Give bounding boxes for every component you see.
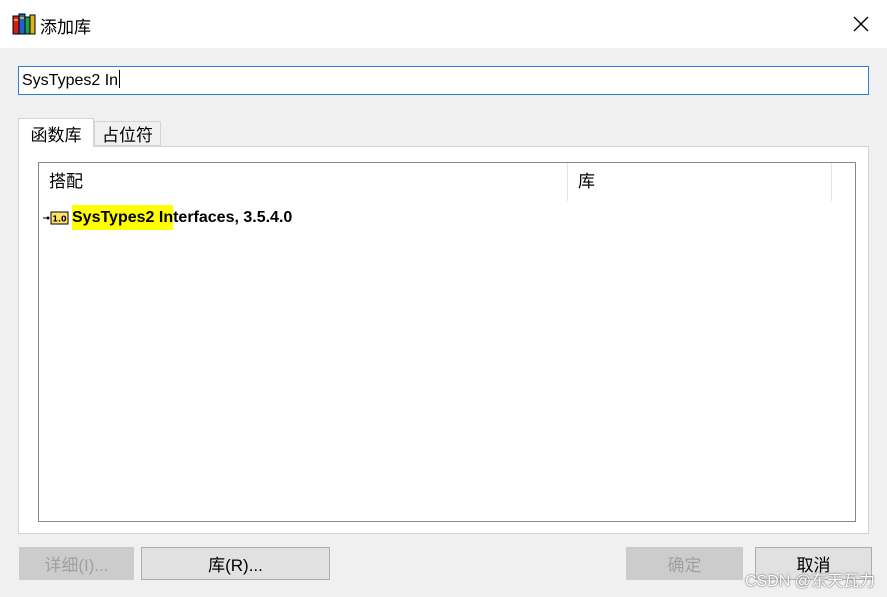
column-header-match[interactable]: 搭配 [39, 163, 568, 201]
library-list[interactable]: 搭配 库 1.0 SysTypes2 Interfaces, 3.5.4.0 [38, 162, 856, 522]
library-books-icon [12, 13, 36, 35]
tab-function-library[interactable]: 函数库 [18, 118, 94, 147]
title-bar: 添加库 [0, 0, 887, 48]
tab-label: 占位符 [102, 126, 153, 145]
close-button[interactable] [843, 6, 879, 42]
list-item-rest: terfaces, 3.5.4.0 [173, 209, 293, 226]
column-header-label: 搭配 [49, 172, 83, 191]
search-input[interactable]: SysTypes2 In [18, 66, 869, 95]
close-icon [853, 16, 869, 32]
search-input-value: SysTypes2 In [22, 72, 119, 89]
list-item[interactable]: 1.0 SysTypes2 Interfaces, 3.5.4.0 [43, 205, 292, 231]
column-header-library[interactable]: 库 [568, 163, 832, 201]
details-button[interactable]: 详细(I)... [19, 547, 134, 580]
tab-label: 函数库 [30, 125, 82, 145]
match-highlight: SysTypes2 In [72, 205, 174, 230]
details-button-label: 详细(I)... [44, 556, 109, 575]
ok-button[interactable]: 确定 [626, 547, 743, 580]
library-version-icon: 1.0 [43, 211, 69, 225]
tab-placeholder[interactable]: 占位符 [94, 121, 161, 146]
list-item-name: SysTypes2 Interfaces, 3.5.4.0 [72, 205, 293, 230]
watermark: CSDN @东天瓦力 [744, 573, 875, 590]
library-button[interactable]: 库(R)... [141, 547, 330, 580]
window-title: 添加库 [40, 18, 91, 37]
ok-button-label: 确定 [667, 556, 702, 575]
column-header-label: 库 [578, 172, 595, 191]
library-button-label: 库(R)... [208, 556, 263, 575]
library-version-icon-text: 1.0 [52, 215, 67, 224]
text-caret [119, 70, 121, 88]
